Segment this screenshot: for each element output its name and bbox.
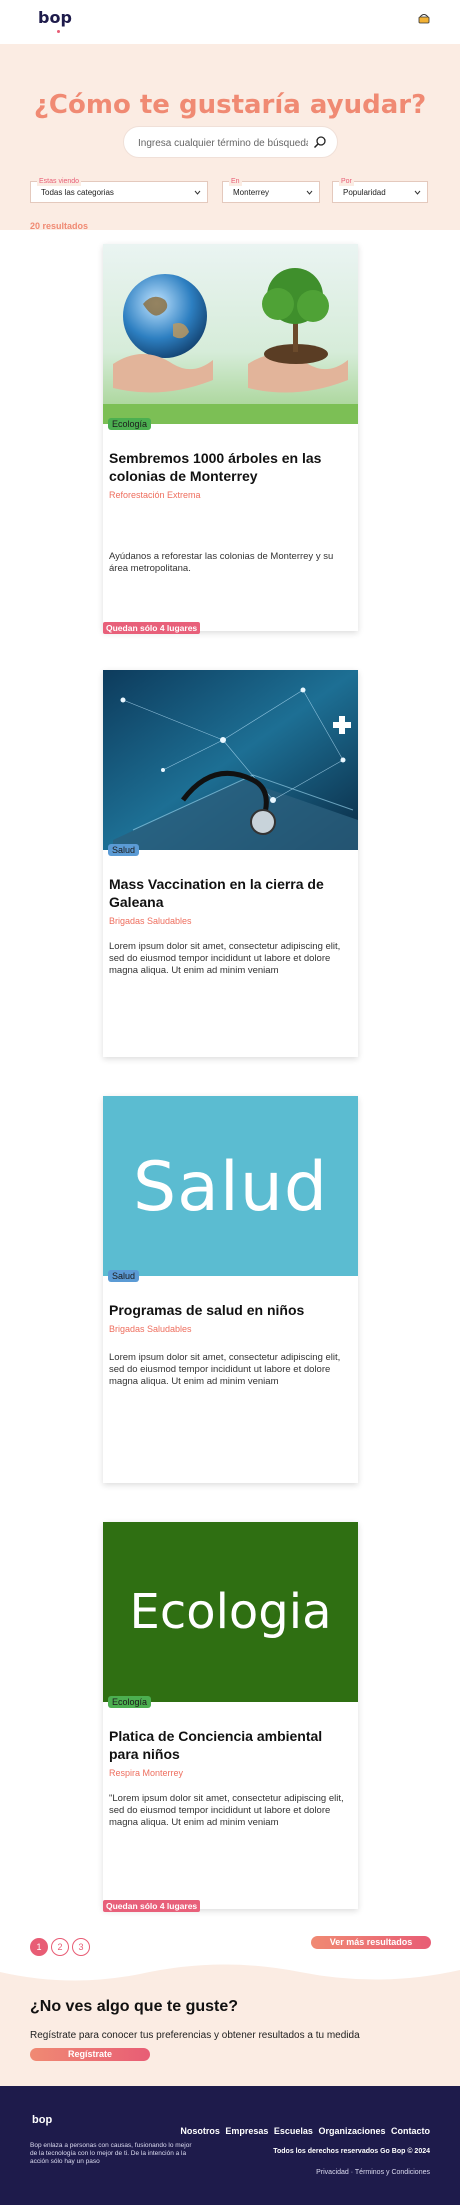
cta-title: ¿No ves algo que te guste? xyxy=(30,1998,239,2015)
category-filter-label: Estas viendo xyxy=(37,177,82,186)
footer: bop Bop enlaza a personas con causas, fu… xyxy=(0,2086,460,2205)
card-image-salud: Salud xyxy=(103,1096,358,1276)
location-filter-label: En xyxy=(229,177,242,186)
card-image-stethoscope xyxy=(103,670,358,850)
footer-copyright: Todos los derechos reservados Go Bop © 2… xyxy=(273,2148,430,2155)
results-count: 20 resultados xyxy=(30,221,89,231)
footer-legal-links[interactable]: Privacidad · Términos y Condiciones xyxy=(316,2169,430,2176)
chevron-down-icon xyxy=(194,190,201,195)
more-results-button[interactable]: Ver más resultados xyxy=(311,1936,431,1949)
sort-filter[interactable]: Por Popularidad xyxy=(332,177,428,203)
shopping-basket-icon[interactable] xyxy=(418,12,430,24)
card-title[interactable]: Mass Vaccination en la cierra de Galeana xyxy=(109,875,349,911)
page-button-2[interactable]: 2 xyxy=(51,1938,69,1956)
category-badge: Salud xyxy=(108,1270,140,1282)
page-button-3[interactable]: 3 xyxy=(72,1938,90,1956)
search-box[interactable] xyxy=(123,126,338,158)
logo-dot xyxy=(57,30,60,33)
campaign-card[interactable]: Ecologia Ecología Platica de Conciencia … xyxy=(103,1522,358,1912)
card-image-text: Salud xyxy=(133,1148,328,1227)
footer-link-nosotros[interactable]: Nosotros xyxy=(180,2126,220,2136)
card-description: Lorem ipsum dolor sit amet, consectetur … xyxy=(109,1352,341,1387)
card-organization[interactable]: Brigadas Saludables xyxy=(109,1324,192,1334)
category-badge: Ecología xyxy=(108,418,152,430)
sort-filter-label: Por xyxy=(339,177,354,186)
card-description: Lorem ipsum dolor sit amet, consectetur … xyxy=(109,941,341,976)
decorative-wave xyxy=(0,1958,460,1981)
chevron-down-icon xyxy=(414,190,421,195)
footer-link-contacto[interactable]: Contacto xyxy=(391,2126,430,2136)
hero-title: ¿Cómo te gustaría ayudar? xyxy=(33,90,427,120)
footer-links: Nosotros Empresas Escuelas Organizacione… xyxy=(178,2126,430,2136)
category-filter[interactable]: Estas viendo Todas las categorias xyxy=(30,177,208,203)
top-bar: bop xyxy=(0,0,460,44)
footer-logo[interactable]: bop xyxy=(32,2114,52,2126)
footer-link-empresas[interactable]: Empresas xyxy=(225,2126,268,2136)
page-button-1[interactable]: 1 xyxy=(30,1938,48,1956)
card-description: "Lorem ipsum dolor sit amet, consectetur… xyxy=(109,1793,344,1828)
hero-section: ¿Cómo te gustaría ayudar? Estas viendo T… xyxy=(0,44,460,230)
logo[interactable]: bop xyxy=(38,8,72,27)
footer-about: Bop enlaza a personas con causas, fusion… xyxy=(30,2142,192,2165)
card-organization[interactable]: Brigadas Saludables xyxy=(109,916,192,926)
campaign-card[interactable]: Salud Mass Vaccination en la cierra de G… xyxy=(103,670,358,1057)
category-badge: Ecología xyxy=(108,1696,152,1708)
signup-cta: ¿No ves algo que te guste? Regístrate pa… xyxy=(0,1958,460,2086)
spots-left-badge: Quedan sólo 4 lugares xyxy=(103,1900,201,1912)
card-image-text: Ecologia xyxy=(129,1584,332,1640)
cta-text: Regístrate para conocer tus preferencias… xyxy=(30,2030,360,2041)
card-image-ecologia: Ecologia xyxy=(103,1522,358,1702)
category-filter-value: Todas las categorias xyxy=(41,188,114,197)
card-organization[interactable]: Respira Monterrey xyxy=(109,1768,183,1778)
page: bop ¿Cómo te gustaría ayudar? Estas vien… xyxy=(0,0,460,2205)
card-title[interactable]: Sembremos 1000 árboles en las colonias d… xyxy=(109,449,349,485)
location-filter[interactable]: En Monterrey xyxy=(222,177,320,203)
card-title[interactable]: Programas de salud en niños xyxy=(109,1301,349,1319)
card-organization[interactable]: Reforestación Extrema xyxy=(109,490,201,500)
spots-left-badge: Quedan sólo 4 lugares xyxy=(103,622,201,634)
search-icon[interactable] xyxy=(313,135,327,149)
chevron-down-icon xyxy=(306,190,313,195)
campaign-card[interactable]: Ecología Sembremos 1000 árboles en las c… xyxy=(103,244,358,634)
card-image-earth-tree xyxy=(103,244,358,424)
card-title[interactable]: Platica de Conciencia ambiental para niñ… xyxy=(109,1727,349,1763)
search-input[interactable] xyxy=(138,135,308,151)
footer-link-escuelas[interactable]: Escuelas xyxy=(274,2126,313,2136)
category-badge: Salud xyxy=(108,844,140,856)
card-description: Ayúdanos a reforestar las colonias de Mo… xyxy=(109,551,334,574)
register-button[interactable]: Regístrate xyxy=(30,2048,150,2061)
sort-filter-value: Popularidad xyxy=(343,188,386,197)
location-filter-value: Monterrey xyxy=(233,188,270,197)
campaign-card[interactable]: Salud Salud Programas de salud en niños … xyxy=(103,1096,358,1483)
footer-link-organizaciones[interactable]: Organizaciones xyxy=(318,2126,385,2136)
